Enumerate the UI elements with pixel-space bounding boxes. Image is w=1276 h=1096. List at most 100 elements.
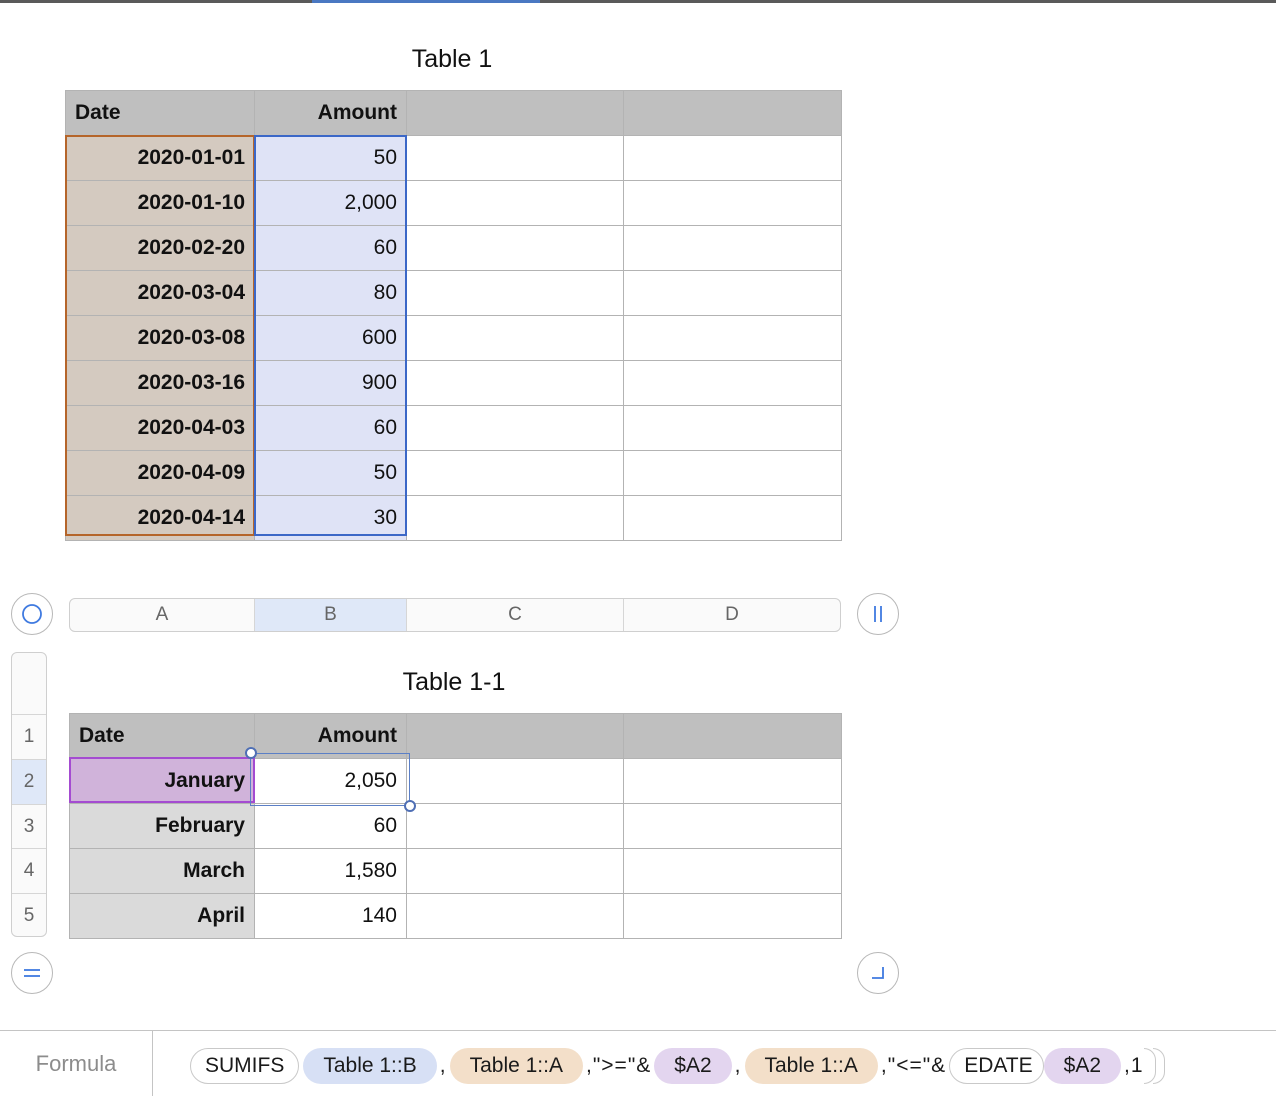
table2-amount-cell[interactable]: 1,580	[254, 848, 407, 894]
table1-header-amount[interactable]: Amount	[254, 90, 407, 136]
column-header-d[interactable]: D	[624, 599, 840, 631]
table1-amount-cell[interactable]: 600	[254, 315, 407, 361]
table-row: April 140	[69, 893, 842, 939]
table-row: 2020-03-04 80	[65, 270, 842, 316]
formula-reference-token[interactable]: Table 1::B	[303, 1048, 437, 1084]
table1-empty-cell[interactable]	[623, 360, 842, 406]
formula-bar: Formula SUMIFS Table 1::B , Table 1::A ,…	[0, 1030, 1276, 1096]
table1-title[interactable]: Table 1	[352, 45, 552, 74]
resize-table-icon	[872, 967, 884, 979]
formula-reference-token[interactable]: Table 1::A	[449, 1048, 583, 1084]
table1-header-d[interactable]	[623, 90, 842, 136]
table2-empty-cell[interactable]	[406, 893, 624, 939]
table1-empty-cell[interactable]	[406, 315, 624, 361]
select-table-button[interactable]	[11, 593, 53, 635]
table1-amount-cell[interactable]: 80	[254, 270, 407, 316]
table1-empty-cell[interactable]	[623, 180, 842, 226]
column-header-c[interactable]: C	[407, 599, 624, 631]
formula-literal: ,1	[1124, 1054, 1144, 1077]
table1-empty-cell[interactable]	[406, 405, 624, 451]
table1-date-cell[interactable]: 2020-03-16	[65, 360, 255, 406]
table-row: 2020-03-16 900	[65, 360, 842, 406]
table1-amount-cell[interactable]: 60	[254, 225, 407, 271]
table1-empty-cell[interactable]	[623, 405, 842, 451]
table1-amount-cell[interactable]: 50	[254, 450, 407, 496]
table2-empty-cell[interactable]	[623, 893, 842, 939]
add-column-button[interactable]	[857, 593, 899, 635]
table2-month-cell[interactable]: March	[69, 848, 255, 894]
table1-amount-cell[interactable]: 30	[254, 495, 407, 541]
row-header-2[interactable]: 2	[12, 759, 46, 804]
column-header-bar: A B C D	[69, 598, 841, 632]
table1-date-cell[interactable]: 2020-04-09	[65, 450, 255, 496]
table1-empty-cell[interactable]	[623, 495, 842, 541]
formula-reference-token[interactable]: $A2	[1043, 1048, 1122, 1084]
row-header-5[interactable]: 5	[12, 893, 46, 936]
table2-title[interactable]: Table 1-1	[354, 668, 554, 697]
row-header-1[interactable]: 1	[12, 714, 46, 759]
table1-date-cell[interactable]: 2020-01-01	[65, 135, 255, 181]
table2-month-cell[interactable]: February	[69, 803, 255, 849]
table1-amount-cell[interactable]: 50	[254, 135, 407, 181]
column-header-a[interactable]: A	[70, 599, 255, 631]
formula-function-token[interactable]: SUMIFS	[190, 1048, 300, 1084]
table2-empty-cell[interactable]	[623, 758, 842, 804]
table2-month-cell[interactable]: April	[69, 893, 255, 939]
add-row-button[interactable]	[11, 952, 53, 994]
table1-empty-cell[interactable]	[623, 315, 842, 361]
table1-empty-cell[interactable]	[406, 225, 624, 271]
row-header-4[interactable]: 4	[12, 848, 46, 893]
table2-header-d[interactable]	[623, 713, 842, 759]
table2-empty-cell[interactable]	[623, 803, 842, 849]
resize-table-button[interactable]	[857, 952, 899, 994]
formula-reference-token[interactable]: Table 1::A	[744, 1048, 878, 1084]
formula-separator: ,	[734, 1054, 742, 1077]
table1-amount-cell[interactable]: 60	[254, 405, 407, 451]
table2-empty-cell[interactable]	[623, 848, 842, 894]
formula-function-token[interactable]: EDATE	[949, 1048, 1044, 1084]
table1-empty-cell[interactable]	[406, 180, 624, 226]
formula-literal: ,"<="&	[880, 1054, 947, 1077]
table1-date-cell[interactable]: 2020-04-03	[65, 405, 255, 451]
table1-header-date[interactable]: Date	[65, 90, 255, 136]
table2-empty-cell[interactable]	[406, 758, 624, 804]
table-row: 2020-02-20 60	[65, 225, 842, 271]
table1-empty-cell[interactable]	[623, 270, 842, 316]
selection-handle-bottom-right[interactable]	[404, 800, 416, 812]
table1-amount-cell[interactable]: 2,000	[254, 180, 407, 226]
table2-amount-cell[interactable]: 60	[254, 803, 407, 849]
row-header-3[interactable]: 3	[12, 804, 46, 848]
table1-date-cell[interactable]: 2020-02-20	[65, 225, 255, 271]
table1-header-c[interactable]	[406, 90, 624, 136]
table2-header-date[interactable]: Date	[69, 713, 255, 759]
selection-handle-top-left[interactable]	[245, 747, 257, 759]
table2-empty-cell[interactable]	[406, 803, 624, 849]
table2-empty-cell[interactable]	[406, 848, 624, 894]
table1-empty-cell[interactable]	[623, 450, 842, 496]
formula-editor[interactable]: SUMIFS Table 1::B , Table 1::A ,">="& $A…	[190, 1048, 1165, 1084]
table2-amount-cell-selected[interactable]: 2,050	[254, 758, 407, 804]
column-header-b[interactable]: B	[255, 599, 407, 631]
row-freeze-icon	[24, 969, 40, 977]
table1-date-cell[interactable]: 2020-04-14	[65, 495, 255, 541]
table1-date-cell[interactable]: 2020-01-10	[65, 180, 255, 226]
table1-empty-cell[interactable]	[406, 360, 624, 406]
table1-empty-cell[interactable]	[406, 270, 624, 316]
table2-month-cell[interactable]: January	[69, 758, 255, 804]
table2-header-c[interactable]	[406, 713, 624, 759]
table1-empty-cell[interactable]	[406, 450, 624, 496]
table1[interactable]: Date Amount 2020-01-01 50 2020-01-10 2,0…	[65, 90, 842, 541]
table2-amount-cell[interactable]: 140	[254, 893, 407, 939]
table1-empty-cell[interactable]	[406, 495, 624, 541]
table2[interactable]: Date Amount January 2,050 February 60 Ma…	[69, 713, 842, 939]
table1-amount-cell[interactable]: 900	[254, 360, 407, 406]
table1-empty-cell[interactable]	[406, 135, 624, 181]
table2-header-amount[interactable]: Amount	[254, 713, 407, 759]
table1-date-cell[interactable]: 2020-03-04	[65, 270, 255, 316]
column-freeze-icon	[874, 606, 882, 622]
table1-empty-cell[interactable]	[623, 135, 842, 181]
table-row: January 2,050	[69, 758, 842, 804]
formula-reference-token[interactable]: $A2	[654, 1048, 732, 1084]
table1-empty-cell[interactable]	[623, 225, 842, 271]
table1-date-cell[interactable]: 2020-03-08	[65, 315, 255, 361]
